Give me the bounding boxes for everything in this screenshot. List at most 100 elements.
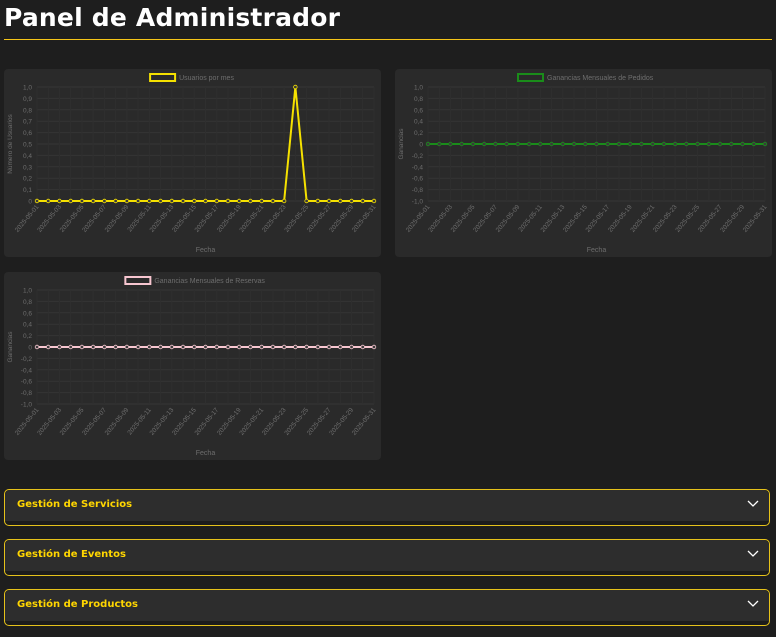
- y-tick-label: 0,5: [23, 142, 32, 149]
- data-point: [192, 198, 197, 204]
- y-tick-label: 0,8: [23, 299, 32, 306]
- data-point: [259, 198, 264, 204]
- x-tick-label: 2025-05-31: [351, 406, 378, 436]
- data-point: [549, 141, 554, 147]
- data-point: [46, 344, 51, 350]
- data-point: [281, 198, 287, 204]
- data-point: [248, 344, 253, 350]
- data-point: [124, 344, 130, 350]
- data-point: [192, 344, 197, 350]
- data-point: [214, 344, 219, 350]
- y-tick-label: 0,2: [23, 333, 32, 340]
- data-point: [360, 344, 365, 350]
- data-point: [203, 344, 208, 350]
- y-tick-label: 0: [419, 142, 423, 149]
- data-point: [203, 198, 208, 204]
- data-point: [135, 344, 141, 350]
- data-point: [46, 198, 51, 204]
- y-axis-title: Ganancias: [398, 128, 405, 160]
- data-point: [68, 198, 73, 204]
- data-point: [293, 344, 298, 350]
- y-tick-label: 0: [28, 199, 32, 206]
- data-point: [169, 198, 174, 204]
- data-point: [90, 344, 96, 350]
- y-tick-label: 0,4: [414, 119, 423, 126]
- data-point: [349, 198, 354, 204]
- usuarios-chart: 1,00,90,80,70,60,50,40,30,20,102025-05-0…: [7, 73, 378, 254]
- page-title: Panel de Administrador: [4, 3, 341, 32]
- legend-swatch: [124, 276, 152, 285]
- data-point: [437, 141, 442, 147]
- x-tick-label: 2025-05-31: [742, 203, 769, 233]
- y-tick-label: -0,6: [21, 379, 33, 386]
- data-point: [34, 198, 40, 204]
- data-point: [57, 198, 62, 204]
- data-point: [248, 198, 253, 204]
- data-point: [281, 344, 287, 350]
- data-point: [338, 344, 343, 350]
- data-point: [349, 344, 354, 350]
- y-tick-label: 0,9: [23, 96, 32, 103]
- x-axis-title: Fecha: [587, 247, 607, 254]
- chart-card-usuarios: 1,0 0,9 0,8 0,7 0,6 0,5 0,4 0,3 0,2 0,1 0 2025-05-0…: [4, 69, 381, 257]
- y-tick-label: -0,4: [412, 164, 424, 171]
- accordion-productos: Gestión de Productos: [4, 589, 770, 626]
- accordion-header-eventos[interactable]: Gestión de Eventos: [5, 540, 769, 571]
- data-point: [225, 344, 231, 350]
- data-point: [113, 198, 118, 204]
- data-point: [360, 198, 365, 204]
- data-point: [79, 344, 85, 350]
- pedidos-chart: 1,0 0,8 0,6 0,4 0,2 0 -0,2 -0,4 -0,6 -0,8 -1,0 2025…: [398, 73, 769, 254]
- accordion-title-eventos: Gestión de Eventos: [17, 549, 126, 560]
- chevron-down-icon: [747, 600, 759, 607]
- y-tick-label: 0,4: [23, 322, 32, 329]
- data-point: [459, 141, 464, 147]
- data-point: [34, 344, 40, 350]
- accordion-header-servicios[interactable]: Gestión de Servicios: [5, 490, 769, 521]
- data-point: [526, 141, 532, 147]
- data-point: [225, 198, 231, 204]
- data-point: [304, 198, 309, 204]
- chevron-down-icon: [747, 550, 759, 557]
- data-point: [90, 198, 96, 204]
- data-point: [214, 198, 219, 204]
- data-point: [79, 198, 85, 204]
- y-tick-label: 0,1: [23, 187, 32, 194]
- y-tick-label: 0,8: [23, 107, 32, 114]
- y-tick-label: 0,2: [23, 176, 32, 183]
- y-tick-label: -1,0: [21, 402, 33, 409]
- data-point: [135, 198, 141, 204]
- data-point: [605, 141, 610, 147]
- accordion-header-productos[interactable]: Gestión de Productos: [5, 590, 769, 621]
- data-point: [616, 141, 622, 147]
- data-point: [158, 344, 163, 350]
- data-point: [180, 198, 186, 204]
- data-point: [338, 198, 343, 204]
- data-point: [661, 141, 667, 147]
- data-point: [740, 141, 745, 147]
- data-point: [259, 344, 264, 350]
- y-tick-label: 0,6: [414, 107, 423, 114]
- y-tick-label: 0,8: [414, 96, 423, 103]
- legend-label: Usuarios por mes: [179, 75, 234, 82]
- y-tick-label: -0,4: [21, 367, 33, 374]
- data-point: [571, 141, 577, 147]
- chart-card-reservas: 1,0 0,8 0,6 0,4 0,2 0 -0,2 -0,4 -0,6 -0,8 -1,0 2025…: [4, 272, 381, 460]
- data-point: [180, 344, 186, 350]
- data-point: [293, 84, 298, 90]
- data-point: [751, 141, 756, 147]
- data-point: [315, 344, 321, 350]
- x-axis-title: Fecha: [196, 450, 216, 457]
- data-point: [270, 198, 276, 204]
- y-tick-label: -0,6: [412, 176, 424, 183]
- y-tick-label: 1,0: [23, 288, 32, 295]
- data-point: [729, 141, 734, 147]
- reservas-chart: 1,0 0,8 0,6 0,4 0,2 0 -0,2 -0,4 -0,6 -0,8 -1,0 2025…: [7, 276, 378, 457]
- data-point: [538, 141, 543, 147]
- data-point: [102, 344, 107, 350]
- data-point: [147, 198, 152, 204]
- y-tick-label: -0,2: [412, 153, 424, 160]
- data-point: [147, 344, 152, 350]
- data-point: [371, 344, 377, 350]
- data-point: [236, 344, 242, 350]
